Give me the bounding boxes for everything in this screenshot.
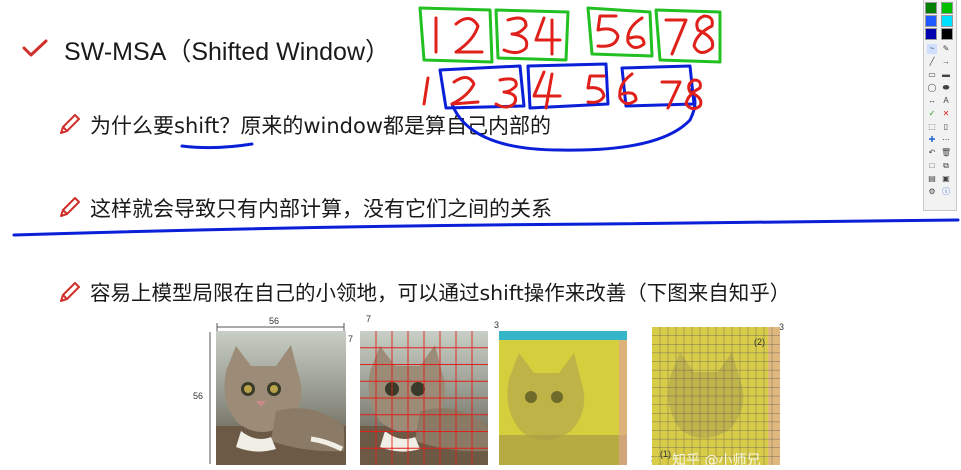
bullet-1: 为什么要shift？原来的window都是算自己内部的: [90, 114, 552, 138]
select-icon[interactable]: ⬚: [927, 122, 937, 132]
pencil-icon: [60, 282, 80, 302]
pencil-icon: [60, 197, 80, 217]
eraser-icon[interactable]: ▯: [941, 122, 951, 132]
color-palette: [925, 2, 955, 40]
new-page-icon[interactable]: □: [927, 161, 937, 171]
color-swatch-lime[interactable]: [941, 2, 953, 14]
cat-image-shifted-windows: [499, 331, 627, 465]
pencil-icon: [60, 114, 80, 134]
settings-icon[interactable]: ⚙: [927, 187, 937, 197]
filled-ellipse-icon[interactable]: ⬬: [941, 83, 951, 93]
cat-image-original: [216, 331, 346, 465]
ellipse-icon[interactable]: ◯: [927, 83, 937, 93]
print-icon[interactable]: ▤: [927, 174, 937, 184]
info-icon[interactable]: ⓘ: [941, 187, 951, 197]
more-icon[interactable]: ⋯: [941, 135, 951, 145]
region-2-label: (2): [754, 337, 765, 347]
height-dimension-line: [209, 332, 211, 464]
color-swatch-navy[interactable]: [925, 28, 937, 40]
width-dimension-line: [216, 323, 345, 331]
rect-icon[interactable]: ▭: [927, 70, 937, 80]
height-label: 56: [193, 391, 204, 401]
check-icon: [22, 39, 48, 57]
close-icon[interactable]: ✕: [941, 109, 951, 119]
arrow-icon[interactable]: →: [941, 57, 951, 67]
bullet-2: 这样就会导致只有内部计算，没有它们之间的关系: [90, 197, 552, 221]
text-icon[interactable]: A: [941, 96, 951, 106]
delete-icon[interactable]: 🗑: [941, 148, 951, 158]
watermark: 知乎 @小师兄: [672, 453, 761, 469]
save-icon[interactable]: ▣: [941, 174, 951, 184]
copy-icon[interactable]: ⧉: [941, 161, 951, 171]
color-swatch-cyan[interactable]: [941, 15, 953, 27]
color-swatch-green[interactable]: [925, 2, 937, 14]
move-icon[interactable]: ↔: [927, 96, 937, 106]
line-icon[interactable]: ╱: [927, 57, 937, 67]
color-swatch-black[interactable]: [941, 28, 953, 40]
region-1-label: (1): [660, 449, 671, 459]
annotation-toolbar: ~ ✎ ╱ → ▭ ▬ ◯ ⬬ ↔ A ✓ ✕ ⬚ ▯ ✚ ⋯ ↶ 🗑 □ ⧉ ▤ ▣ ⚙ ⓘ: [923, 0, 957, 211]
marker-icon[interactable]: ✎: [941, 44, 951, 54]
add-icon[interactable]: ✚: [927, 135, 937, 145]
bullet-3: 容易上模型局限在自己的小领地，可以通过shift操作来改善（下图来自知乎）: [90, 281, 791, 305]
shift-label-a: 3: [494, 320, 500, 330]
slide-heading: SW-MSA（Shifted Window）: [64, 38, 391, 66]
cat-image-patch-grid: [360, 331, 488, 465]
color-swatch-blue[interactable]: [925, 15, 937, 27]
filled-rect-icon[interactable]: ▬: [941, 70, 951, 80]
patch-size-label: 7: [366, 314, 372, 324]
check-tool-icon[interactable]: ✓: [927, 109, 937, 119]
pen-icon[interactable]: ~: [927, 43, 937, 54]
cat-image-cyclic-shift: [652, 327, 780, 465]
patch-size-side-label: 7: [348, 334, 354, 344]
undo-icon[interactable]: ↶: [927, 148, 937, 158]
